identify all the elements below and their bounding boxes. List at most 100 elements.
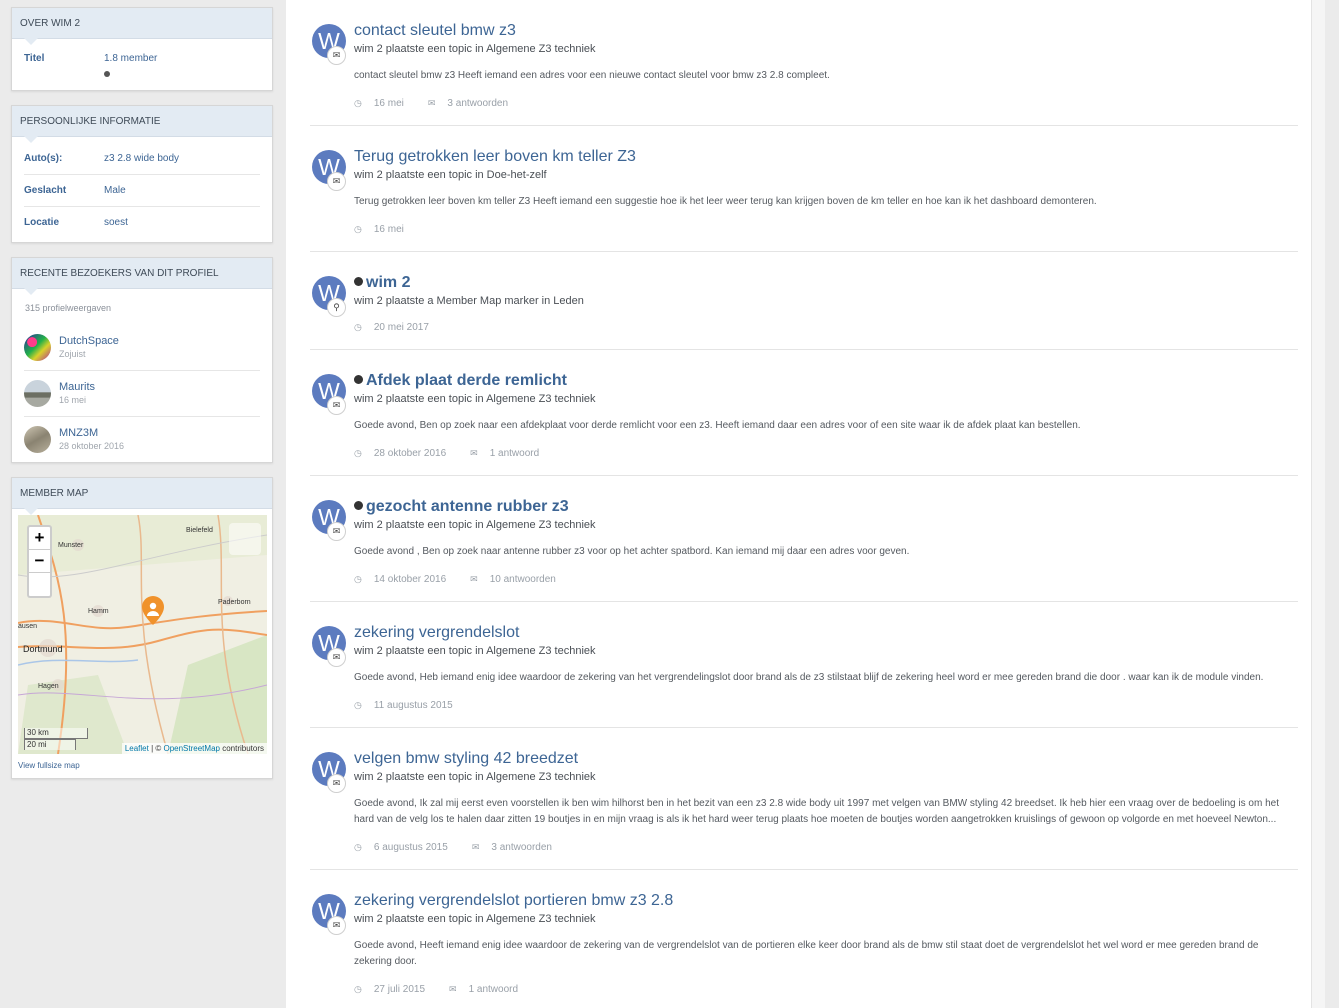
member-map-widget: Member map: [11, 477, 273, 779]
about-key: Titel: [24, 53, 45, 64]
unread-dot-icon: [354, 501, 363, 510]
activity-stats: ◷ 14 oktober 2016 ✉ 10 antwoorden: [354, 572, 1298, 587]
clock-icon: ◷: [354, 984, 362, 994]
personal-row-location: Locatie soest: [24, 207, 260, 238]
activity-date[interactable]: ◷ 16 mei: [354, 224, 416, 235]
activity-date[interactable]: ◷ 27 juli 2015: [354, 984, 437, 995]
comments-icon: ✉: [327, 172, 346, 191]
activity-title-text[interactable]: Afdek plaat derde remlicht: [366, 372, 567, 389]
map-place-label: Hamm: [88, 608, 109, 615]
activity-excerpt: Goede avond, Heeft iemand enig idee waar…: [354, 940, 1259, 967]
activity-meta: wim 2 plaatste een topic in Algemene Z3 …: [354, 913, 596, 925]
activity-title-link[interactable]: zekering vergrendelslot: [354, 623, 1298, 643]
clock-icon: ◷: [354, 322, 362, 332]
activity-feed-panel: W ✉ contact sleutel bmw z3 wim 2 plaatste e…: [286, 0, 1325, 1008]
activity-date[interactable]: ◷ 11 augustus 2015: [354, 700, 465, 711]
zoom-spacer: [29, 573, 50, 596]
personal-key: Auto(s):: [24, 153, 63, 164]
personal-key: Geslacht: [24, 185, 67, 196]
comment-icon: ✉: [449, 984, 457, 994]
activity-title-link[interactable]: zekering vergrendelslot portieren bmw z3…: [354, 891, 1298, 911]
scrollbar[interactable]: [1311, 0, 1325, 1008]
activity-date[interactable]: ◷ 28 oktober 2016: [354, 448, 458, 459]
activity-meta: wim 2 plaatste a Member Map marker in Le…: [354, 295, 584, 307]
personal-row-cars: Auto(s): z3 2.8 wide body: [24, 143, 260, 175]
activity-stats: ◷ 28 oktober 2016 ✉ 1 antwoord: [354, 446, 1298, 461]
visitor-item[interactable]: Maurits 16 mei: [24, 371, 260, 417]
activity-excerpt: Goede avond, Ik zal mij eerst even voors…: [354, 798, 1279, 825]
scale-mi: 20 mi: [24, 739, 76, 750]
visitor-item[interactable]: MNZ3M 28 oktober 2016: [24, 417, 260, 462]
activity-date[interactable]: ◷ 14 oktober 2016: [354, 574, 458, 585]
about-widget: Over wim 2 Titel 1.8 member: [11, 7, 273, 91]
activity-replies: ✉ 10 antwoorden: [470, 574, 568, 585]
zoom-in-button[interactable]: +: [29, 527, 50, 550]
date-text: 20 mei 2017: [373, 322, 429, 333]
osm-link[interactable]: OpenStreetMap: [163, 744, 219, 753]
personal-value: z3 2.8 wide body: [104, 153, 180, 164]
layers-icon[interactable]: [229, 523, 261, 555]
comment-icon: ✉: [471, 842, 480, 852]
activity-title-text[interactable]: gezocht antenne rubber z3: [366, 498, 569, 515]
activity-title-link[interactable]: contact sleutel bmw z3: [354, 21, 1298, 41]
profile-sidebar: Over wim 2 Titel 1.8 member Persoonlijke…: [11, 7, 273, 793]
activity-meta: wim 2 plaatste een topic in Algemene Z3 …: [354, 771, 596, 783]
activity-date[interactable]: ◷ 6 augustus 2015: [354, 842, 460, 853]
view-fullsize-map-link[interactable]: View fullsize map: [12, 754, 272, 778]
member-map[interactable]: Bielefeld Munster Hamm Paderborn Dortmun…: [18, 515, 267, 754]
visitor-avatar[interactable]: [24, 334, 51, 361]
activity-stats: ◷ 16 mei: [354, 222, 1298, 237]
activity-title-link[interactable]: Afdek plaat derde remlicht: [354, 371, 1298, 391]
replies-text: 3 antwoorden: [447, 98, 509, 109]
activity-replies: ✉ 1 antwoord: [449, 984, 530, 995]
comments-icon: ✉: [327, 774, 346, 793]
comments-icon: ✉: [327, 396, 346, 415]
visitor-avatar[interactable]: [24, 380, 51, 407]
comment-icon: ✉: [470, 448, 478, 458]
visitor-name[interactable]: Maurits: [59, 381, 95, 394]
leaflet-link[interactable]: Leaflet: [125, 744, 149, 753]
map-marker-icon: ⚲: [327, 298, 346, 317]
visitor-name[interactable]: DutchSpace: [59, 335, 119, 348]
unread-dot-icon: [354, 375, 363, 384]
activity-meta: wim 2 plaatste een topic in Algemene Z3 …: [354, 645, 596, 657]
activity-title-link[interactable]: velgen bmw styling 42 breedzet: [354, 749, 1298, 769]
activity-title-text[interactable]: zekering vergrendelslot portieren bmw z3…: [354, 892, 673, 909]
map-place-label: Bielefeld: [186, 527, 213, 534]
personal-info-title: Persoonlijke informatie: [12, 106, 272, 143]
activity-feed: W ✉ contact sleutel bmw z3 wim 2 plaatste e…: [310, 0, 1298, 1008]
activity-title-link[interactable]: Terug getrokken leer boven km teller Z3: [354, 147, 1298, 167]
clock-icon: ◷: [354, 224, 362, 234]
visitor-item[interactable]: DutchSpace Zojuist: [24, 325, 260, 371]
activity-stats: ◷ 6 augustus 2015 ✉ 3 antwoorden: [354, 840, 1298, 855]
activity-title-link[interactable]: wim 2: [354, 273, 1298, 293]
date-text: 6 augustus 2015: [373, 842, 448, 853]
map-attribution: Leaflet | © OpenStreetMap contributors: [121, 743, 267, 754]
date-text: 16 mei: [373, 98, 404, 109]
about-row-title: Titel 1.8 member: [24, 47, 260, 80]
visitor-name[interactable]: MNZ3M: [59, 427, 124, 440]
zoom-out-button[interactable]: −: [29, 550, 50, 573]
activity-stats: ◷ 27 juli 2015 ✉ 1 antwoord: [354, 982, 1298, 997]
activity-title-link[interactable]: gezocht antenne rubber z3: [354, 497, 1298, 517]
activity-meta: wim 2 plaatste een topic in Doe-het-zelf: [354, 169, 547, 181]
personal-value: Male: [104, 185, 126, 196]
comments-icon: ✉: [327, 46, 346, 65]
date-text: 16 mei: [373, 224, 404, 235]
activity-title-text[interactable]: Terug getrokken leer boven km teller Z3: [354, 148, 636, 165]
activity-item: W ✉ velgen bmw styling 42 breedzet wim 2 pl…: [310, 728, 1298, 870]
activity-replies: ✉ 1 antwoord: [470, 448, 551, 459]
activity-replies: ✉ 3 antwoorden: [428, 98, 520, 109]
map-scale: 30 km 20 mi: [24, 728, 88, 750]
visitor-avatar[interactable]: [24, 426, 51, 453]
activity-title-text[interactable]: zekering vergrendelslot: [354, 624, 519, 641]
activity-excerpt: Terug getrokken leer boven km teller Z3 …: [354, 196, 1097, 207]
activity-title-text[interactable]: velgen bmw styling 42 breedzet: [354, 750, 578, 767]
activity-meta: wim 2 plaatste een topic in Algemene Z3 …: [354, 43, 596, 55]
activity-title-text[interactable]: wim 2: [366, 274, 410, 291]
activity-date[interactable]: ◷ 20 mei 2017: [354, 322, 441, 333]
activity-date[interactable]: ◷ 16 mei: [354, 98, 416, 109]
activity-meta: wim 2 plaatste een topic in Algemene Z3 …: [354, 393, 596, 405]
activity-item: W ✉ Afdek plaat derde remlicht wim 2 plaats…: [310, 350, 1298, 476]
activity-title-text[interactable]: contact sleutel bmw z3: [354, 22, 516, 39]
